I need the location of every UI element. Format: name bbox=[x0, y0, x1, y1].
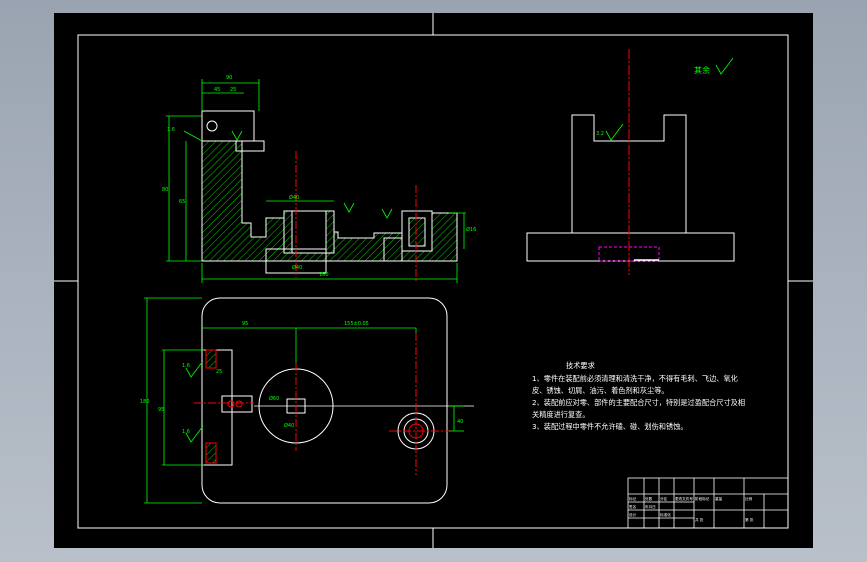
svg-text:第 张: 第 张 bbox=[745, 517, 754, 522]
svg-text:25: 25 bbox=[230, 87, 236, 93]
svg-text:25: 25 bbox=[216, 369, 222, 375]
svg-text:180: 180 bbox=[140, 399, 150, 405]
clamp-slot bbox=[221, 395, 253, 413]
right-bore bbox=[408, 217, 426, 247]
tech-requirements: 技术要求 1、零件在装配前必须清理和清洗干净，不得有毛刺、飞边、氧化 皮、锈蚀、… bbox=[532, 361, 745, 431]
svg-text:处数: 处数 bbox=[645, 496, 653, 501]
tech-line-1: 1、零件在装配前必须清理和清洗干净，不得有毛刺、飞边、氧化 bbox=[532, 374, 738, 383]
svg-text:签名: 签名 bbox=[629, 504, 637, 509]
lug-hole bbox=[206, 120, 218, 132]
svg-text:Ø40: Ø40 bbox=[292, 264, 302, 271]
center-bore bbox=[283, 210, 293, 254]
tech-line-3: 2、装配前应对零、部件的主要配合尺寸，特别是过盈配合尺寸及相 bbox=[532, 398, 745, 407]
clamp-hole-2 bbox=[235, 400, 243, 408]
roughness-general: 其余 bbox=[694, 57, 734, 75]
svg-text:1.6: 1.6 bbox=[167, 127, 175, 133]
side-outline bbox=[526, 114, 735, 262]
svg-text:标记: 标记 bbox=[629, 496, 637, 501]
title-block[interactable] bbox=[627, 477, 789, 529]
svg-text:80: 80 bbox=[162, 187, 168, 193]
svg-text:Ø16: Ø16 bbox=[466, 226, 476, 233]
drawing-sheet[interactable]: 90 45 25 80 65 160 Ø40 Ø40 1.6 Ø16 3.2 其… bbox=[54, 13, 813, 548]
svg-text:年月日: 年月日 bbox=[645, 504, 656, 509]
svg-text:160: 160 bbox=[319, 272, 329, 278]
svg-text:45: 45 bbox=[214, 87, 220, 93]
svg-text:3.2: 3.2 bbox=[596, 131, 604, 137]
svg-text:比例: 比例 bbox=[745, 496, 753, 501]
svg-text:40: 40 bbox=[457, 419, 463, 425]
svg-text:Ø40: Ø40 bbox=[289, 194, 299, 201]
svg-text:标准化: 标准化 bbox=[660, 512, 671, 517]
clamp-hatch-2 bbox=[205, 442, 217, 464]
svg-text:Ø60: Ø60 bbox=[269, 395, 279, 402]
svg-text:155±0.05: 155±0.05 bbox=[344, 321, 369, 327]
top-dim-text: 95 155±0.05 180 95 40 Ø60 Ø40 1.6 1.6 25 bbox=[140, 321, 463, 435]
drawing-canvas: 90 45 25 80 65 160 Ø40 Ø40 1.6 Ø16 3.2 其… bbox=[54, 13, 813, 548]
center-bore-r bbox=[325, 210, 335, 254]
clamp-hatch-1 bbox=[205, 349, 217, 369]
svg-text:分区: 分区 bbox=[660, 496, 668, 501]
clamp-hole-1 bbox=[227, 400, 235, 408]
svg-text:重量: 重量 bbox=[715, 496, 723, 501]
upper-lug bbox=[201, 110, 255, 142]
side-view[interactable]: 3.2 其余 bbox=[526, 49, 735, 275]
svg-text:Ø40: Ø40 bbox=[284, 422, 294, 429]
roughness-label: 其余 bbox=[694, 65, 710, 75]
plate-outline bbox=[201, 297, 448, 504]
svg-text:65: 65 bbox=[179, 199, 185, 205]
svg-text:共 张: 共 张 bbox=[695, 517, 704, 522]
tech-title: 技术要求 bbox=[566, 361, 595, 370]
svg-text:设计: 设计 bbox=[629, 512, 637, 517]
svg-text:1.6: 1.6 bbox=[182, 363, 190, 369]
tech-line-5: 3、装配过程中零件不允许磕、碰、划伤和锈蚀。 bbox=[532, 422, 688, 431]
svg-text:95: 95 bbox=[158, 407, 164, 413]
svg-text:阶段标记: 阶段标记 bbox=[695, 496, 710, 501]
svg-text:1.6: 1.6 bbox=[182, 429, 190, 435]
cad-viewport[interactable]: 90 45 25 80 65 160 Ø40 Ø40 1.6 Ø16 3.2 其… bbox=[0, 0, 867, 562]
drawing-border bbox=[77, 34, 789, 529]
tech-line-4: 关精度进行复查。 bbox=[532, 410, 590, 419]
svg-text:95: 95 bbox=[242, 321, 248, 327]
front-section-view[interactable]: 90 45 25 80 65 160 Ø40 Ø40 1.6 Ø16 bbox=[162, 75, 476, 283]
side-roughness-mark bbox=[605, 123, 624, 141]
svg-text:更改文件号: 更改文件号 bbox=[675, 496, 693, 501]
top-view[interactable]: 95 155±0.05 180 95 40 Ø60 Ø40 1.6 1.6 25 bbox=[140, 297, 474, 504]
svg-text:90: 90 bbox=[226, 75, 232, 81]
tech-line-2: 皮、锈蚀、切屑、油污、着色剂和灰尘等。 bbox=[532, 386, 669, 395]
